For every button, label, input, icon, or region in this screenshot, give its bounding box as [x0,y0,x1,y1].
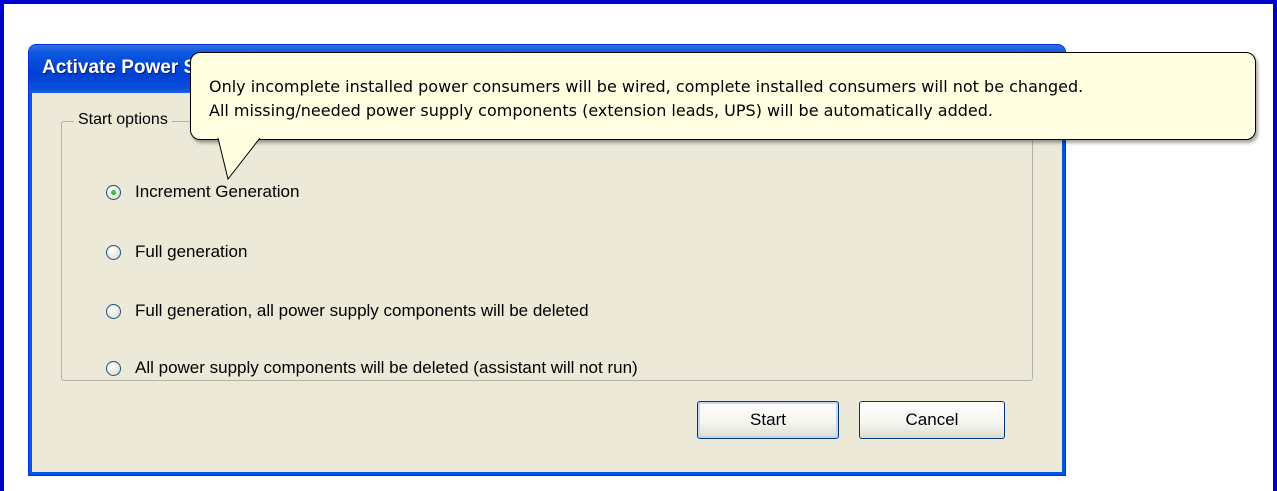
radio-button-icon[interactable] [106,184,121,200]
option-full-generation-delete[interactable]: Full generation, all power supply compon… [106,299,589,323]
option-label: Full generation, all power supply compon… [135,301,589,320]
start-button[interactable]: Start [697,401,839,439]
option-full-generation[interactable]: Full generation [106,240,247,264]
option-label: Increment Generation [135,182,300,201]
group-label: Start options [74,111,172,129]
option-increment-generation[interactable]: Increment Generation [106,180,299,204]
option-label: All power supply components will be dele… [135,358,638,377]
option-delete-only[interactable]: All power supply components will be dele… [106,356,638,380]
tooltip-line-2: All missing/needed power supply componen… [209,101,993,120]
cancel-button[interactable]: Cancel [859,401,1005,439]
dialog-client-area: Start options Increment Generation Full … [33,93,1061,471]
tooltip-text: Only incomplete installed power consumer… [209,75,1083,123]
tooltip-line-1: Only incomplete installed power consumer… [209,77,1084,96]
radio-button-icon[interactable] [106,360,121,376]
radio-button-icon[interactable] [106,244,121,260]
radio-button-icon[interactable] [106,303,121,319]
start-options-group: Start options Increment Generation Full … [61,111,1033,381]
option-label: Full generation [135,242,248,261]
tooltip-balloon: Only incomplete installed power consumer… [190,52,1256,140]
